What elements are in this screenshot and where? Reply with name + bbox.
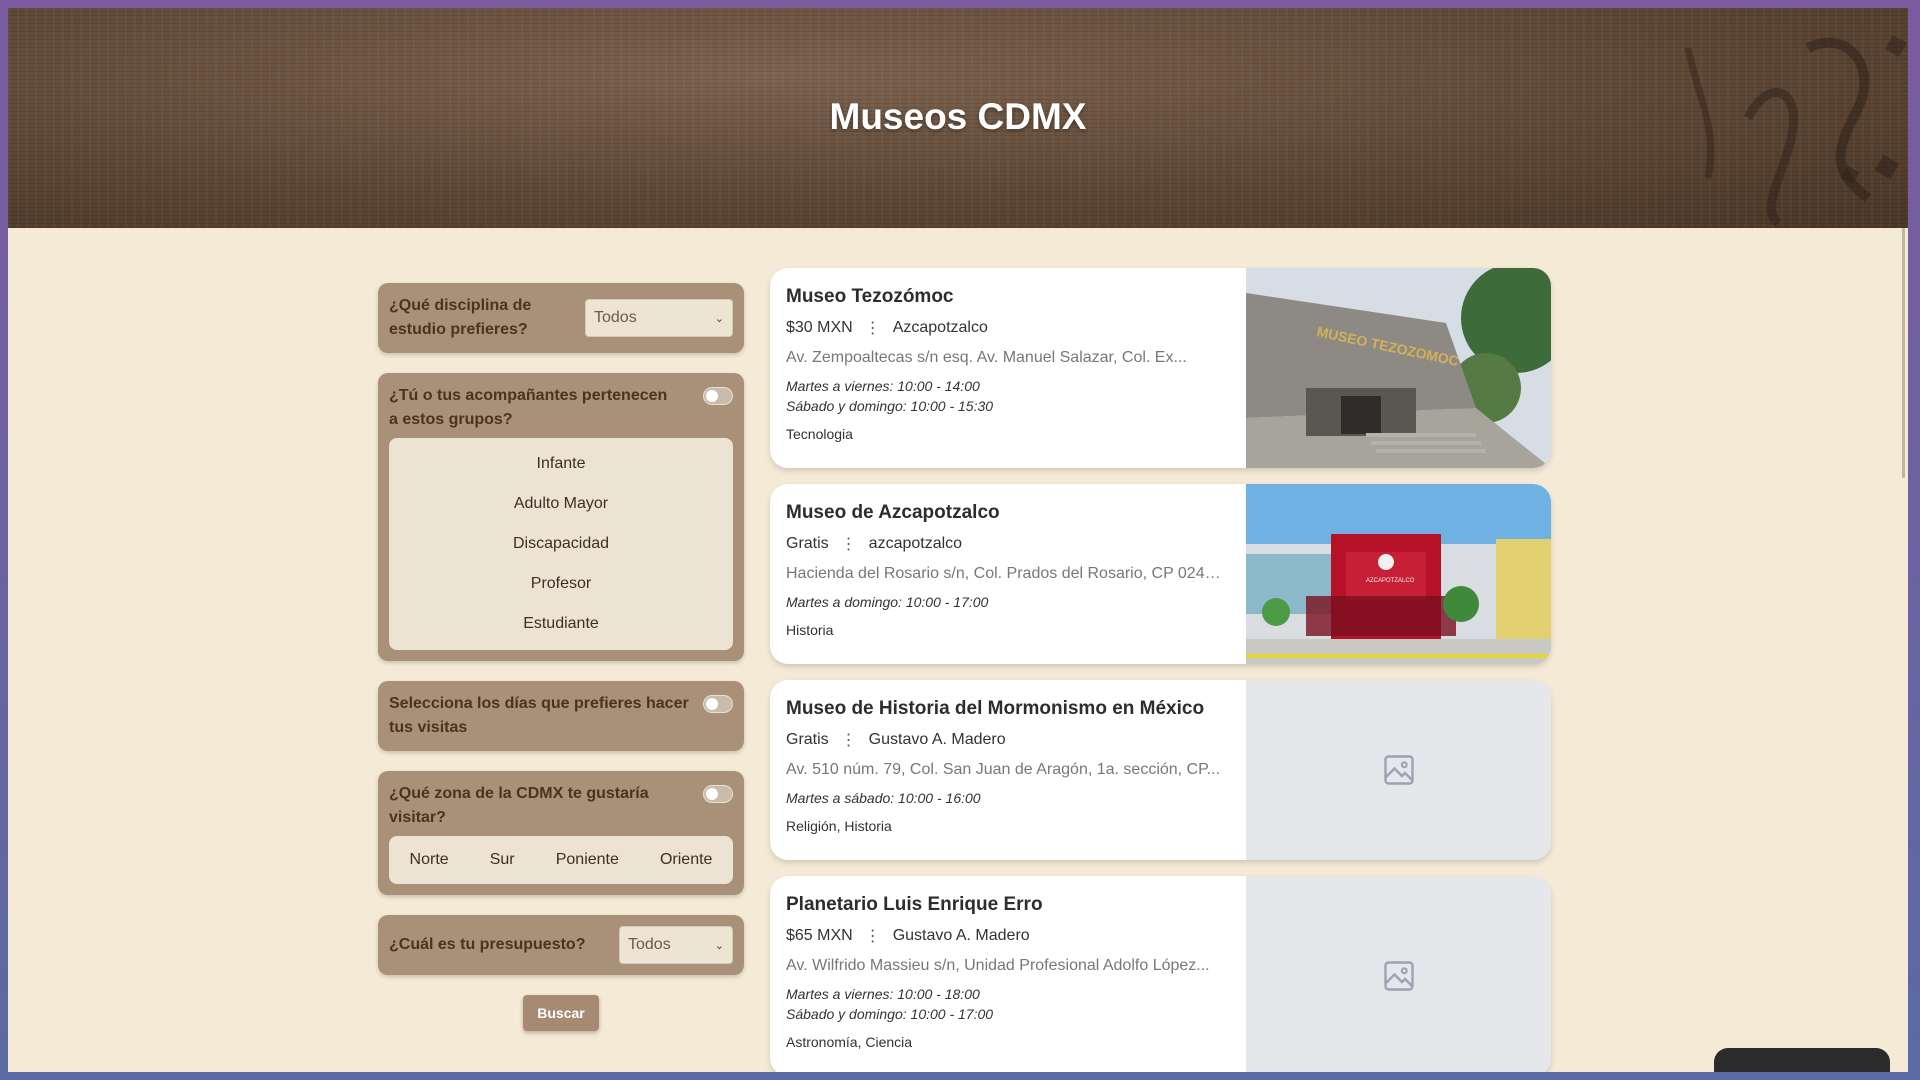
museum-card[interactable]: Planetario Luis Enrique Erro $65 MXN ⋮ G… — [770, 876, 1551, 1072]
zone-list: Norte Sur Poniente Oriente — [389, 836, 733, 884]
museum-borough: Azcapotzalco — [892, 319, 988, 336]
museum-tags: Astronomía, Ciencia — [786, 1034, 913, 1050]
museum-price: $65 MXN — [786, 927, 853, 944]
vertical-scrollbar[interactable] — [1894, 228, 1908, 1072]
discipline-filter: ¿Qué disciplina de estudio prefieres? To… — [378, 283, 744, 353]
budget-select-value: Todos — [628, 936, 671, 953]
museum-hours-1: Martes a viernes: 10:00 - 18:00 — [786, 986, 980, 1002]
museum-name[interactable]: Museo Tezozómoc — [786, 286, 1230, 308]
zone-filter: ¿Qué zona de la CDMX te gustaría visitar… — [378, 771, 744, 895]
museum-name[interactable]: Planetario Luis Enrique Erro — [786, 894, 1230, 916]
image-placeholder-icon — [1383, 961, 1414, 991]
museum-tags: Religión, Historia — [786, 818, 892, 834]
hero-banner: Museos CDMX — [8, 8, 1908, 228]
museum-card[interactable]: Museo de Azcapotzalco Gratis ⋮ azcapotza… — [770, 484, 1551, 664]
museum-name[interactable]: Museo de Azcapotzalco — [786, 502, 1230, 524]
museum-photo-sign: AZCAPOTZALCO — [1366, 578, 1415, 584]
museum-hours-1: Martes a sábado: 10:00 - 16:00 — [786, 790, 981, 806]
museum-tags: Tecnologia — [786, 426, 853, 442]
groups-question: ¿Tú o tus acompañantes pertenecen a esto… — [389, 387, 668, 428]
zone-option-poniente[interactable]: Poniente — [556, 851, 619, 869]
museum-borough: Gustavo A. Madero — [868, 731, 1006, 748]
chevron-down-icon: ⌄ — [714, 312, 724, 325]
zone-option-sur[interactable]: Sur — [490, 851, 515, 869]
museum-photo-placeholder[interactable] — [1246, 876, 1551, 1072]
days-filter: Selecciona los días que prefieres hacer … — [378, 681, 744, 751]
museum-address: Av. Zempoaltecas s/n esq. Av. Manuel Sal… — [786, 349, 1187, 366]
group-option-infante[interactable]: Infante — [389, 444, 733, 484]
groups-toggle[interactable] — [703, 387, 733, 405]
museum-address: Hacienda del Rosario s/n, Col. Prados de… — [786, 565, 1226, 582]
museum-price: Gratis — [786, 731, 829, 748]
museum-address: Av. Wilfrido Massieu s/n, Unidad Profesi… — [786, 957, 1210, 974]
museum-results: Museo Tezozómoc $30 MXN ⋮ Azcapotzalco A… — [770, 268, 1551, 1072]
museum-card[interactable]: Museo Tezozómoc $30 MXN ⋮ Azcapotzalco A… — [770, 268, 1551, 468]
days-question: Selecciona los días que prefieres hacer … — [389, 695, 689, 736]
museum-tags: Historia — [786, 622, 834, 638]
museum-price: $30 MXN — [786, 319, 853, 336]
floating-toolbar[interactable] — [1714, 1048, 1890, 1072]
vertical-dots-icon: ⋮ — [864, 320, 881, 337]
search-button[interactable]: Buscar — [523, 995, 599, 1031]
museum-name[interactable]: Museo de Historia del Mormonismo en Méxi… — [786, 698, 1230, 720]
vertical-dots-icon: ⋮ — [840, 732, 857, 749]
museum-photo[interactable]: AZCAPOTZALCO — [1246, 484, 1551, 664]
museum-hours-2: Sábado y domingo: 10:00 - 15:30 — [786, 398, 994, 414]
page-title: Museos CDMX — [829, 96, 1087, 137]
group-option-adulto-mayor[interactable]: Adulto Mayor — [389, 484, 733, 524]
zone-option-norte[interactable]: Norte — [410, 851, 449, 869]
discipline-select-value: Todos — [594, 309, 637, 326]
museum-photo[interactable]: MUSEO TEZOZOMOC — [1246, 268, 1551, 468]
budget-question: ¿Cuál es tu presupuesto? — [389, 936, 586, 953]
museum-photo-placeholder[interactable] — [1246, 680, 1551, 860]
group-option-estudiante[interactable]: Estudiante — [389, 604, 733, 644]
museum-hours-1: Martes a viernes: 10:00 - 14:00 — [786, 378, 980, 394]
browser-viewport: Museos CDMX ¿Qué disciplina de estudio p… — [8, 8, 1908, 1072]
chevron-down-icon: ⌄ — [714, 939, 724, 952]
museum-address: Av. 510 núm. 79, Col. San Juan de Aragón… — [786, 761, 1221, 778]
zone-question: ¿Qué zona de la CDMX te gustaría visitar… — [389, 785, 649, 826]
museum-borough: azcapotzalco — [868, 535, 963, 552]
museum-hours-2: Sábado y domingo: 10:00 - 17:00 — [786, 1006, 994, 1022]
museum-borough: Gustavo A. Madero — [892, 927, 1030, 944]
zone-toggle[interactable] — [703, 785, 733, 803]
vertical-dots-icon: ⋮ — [840, 536, 857, 553]
budget-select[interactable]: Todos ⌄ — [619, 926, 733, 964]
museum-price: Gratis — [786, 535, 829, 552]
scrollbar-thumb[interactable] — [1902, 228, 1905, 478]
image-placeholder-icon — [1383, 755, 1414, 785]
museum-card[interactable]: Museo de Historia del Mormonismo en Méxi… — [770, 680, 1551, 860]
discipline-select[interactable]: Todos ⌄ — [585, 299, 733, 337]
zone-option-oriente[interactable]: Oriente — [660, 851, 712, 869]
groups-list: Infante Adulto Mayor Discapacidad Profes… — [389, 438, 733, 650]
museum-hours-1: Martes a domingo: 10:00 - 17:00 — [786, 594, 989, 610]
group-option-profesor[interactable]: Profesor — [389, 564, 733, 604]
discipline-question: ¿Qué disciplina de estudio prefieres? — [389, 297, 532, 338]
budget-filter: ¿Cuál es tu presupuesto? Todos ⌄ — [378, 915, 744, 975]
filter-sidebar: ¿Qué disciplina de estudio prefieres? To… — [378, 283, 744, 1031]
vertical-dots-icon: ⋮ — [864, 928, 881, 945]
group-option-discapacidad[interactable]: Discapacidad — [389, 524, 733, 564]
days-toggle[interactable] — [703, 695, 733, 713]
groups-filter: ¿Tú o tus acompañantes pertenecen a esto… — [378, 373, 744, 661]
